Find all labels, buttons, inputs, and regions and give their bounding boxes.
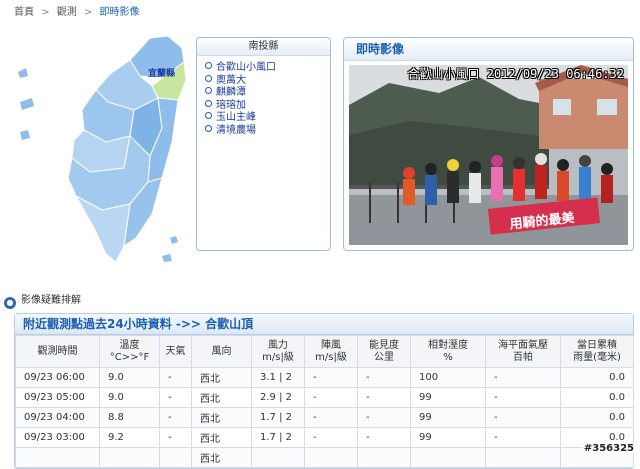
camera-caption: 合歡山小風口 2012/09/23 06:46:32 [407, 67, 625, 81]
breadcrumb-current: 即時影像 [99, 7, 140, 18]
bullet-icon [205, 112, 212, 119]
breadcrumb-observation[interactable]: 觀測 [57, 7, 77, 18]
bullet-icon [205, 62, 212, 69]
table-header-row: 觀測時間 溫度 °C>>°F 天氣 風向 風力 m/s|級 陣風 m/s|級 能見度公… [15, 335, 634, 368]
table-row: 09/23 04:00 8.8- 西北 1.7 | 2- -99 -0.0 [15, 407, 634, 428]
live-panel-title: 即時影像 [344, 38, 633, 61]
col-wind-force: 風力 m/s|級 [251, 335, 305, 368]
col-time: 觀測時間 [15, 335, 100, 368]
map-island-matsu[interactable] [18, 68, 28, 78]
county-panel-title: 南投縣 [197, 38, 330, 56]
map-selected-label: 宜蘭縣 [148, 67, 175, 79]
breadcrumb-separator: > [41, 7, 50, 18]
bullet-icon [205, 99, 212, 107]
table-row: 西北 [15, 447, 634, 468]
breadcrumb-home[interactable]: 首頁 [14, 7, 34, 18]
station-list: 合歡山小風口 奧萬大 麒麟潭 瑢瑢加 玉山主峰 清境農場 [205, 62, 330, 137]
observation-title: 附近觀測點過去24小時資料 ->> 合歡山頂 [15, 314, 633, 335]
station-link[interactable]: 瑢瑢加 [205, 99, 330, 113]
observation-section: 附近觀測點過去24小時資料 ->> 合歡山頂 觀測時間 溫度 °C>>°F 天氣 … [14, 313, 634, 469]
station-link[interactable]: 奧萬大 [205, 74, 330, 88]
col-wind-direction: 風向 [191, 335, 252, 368]
help-icon: ● [4, 297, 16, 309]
webcam-scene: 用騎的最美 [349, 65, 628, 245]
bullet-icon [205, 124, 212, 132]
station-link[interactable]: 麒麟潭 [205, 87, 330, 100]
col-visibility: 能見度 公里 [357, 335, 411, 368]
station-link[interactable]: 玉山主峰 [205, 112, 330, 125]
county-station-panel: 南投縣 合歡山小風口 奧萬大 麒麟潭 瑢瑢加 玉山主峰 清境農場 [196, 37, 331, 251]
col-rainfall: 當日累積 雨量(毫米) [560, 335, 634, 368]
col-gust: 陣風 m/s|級 [304, 335, 358, 368]
bullet-icon [205, 74, 212, 82]
station-link[interactable]: 合歡山小風口 [205, 62, 330, 75]
map-island-penghu[interactable] [20, 130, 30, 140]
table-row: 09/23 05:00 9.0- 西北 2.9 | 2- -99 -0.0 [15, 387, 634, 408]
troubleshooting-label: 影像疑難排解 [21, 295, 81, 306]
col-pressure: 海平面氣壓 百帕 [485, 335, 561, 368]
bullet-icon [205, 87, 212, 94]
map-island-kinmen[interactable] [20, 98, 34, 110]
col-temperature[interactable]: 溫度 °C>>°F [99, 335, 160, 368]
col-humidity: 相對溼度% [410, 335, 486, 368]
observation-table: 觀測時間 溫度 °C>>°F 天氣 風向 風力 m/s|級 陣風 m/s|級 能見度公… [15, 335, 634, 468]
live-image-panel: 即時影像 用騎的最美 合歡山小風口 2012/09/23 06:46:32 [343, 37, 634, 251]
breadcrumb-separator: > [83, 7, 93, 18]
watermark: #356325 [581, 443, 636, 454]
col-weather: 天氣 [159, 335, 192, 368]
breadcrumb: 首頁 > 觀測 > 即時影像 [14, 3, 144, 18]
station-link[interactable]: 清境農場 [205, 124, 330, 138]
map-island-orchid[interactable] [162, 254, 172, 262]
table-row: 09/23 03:00 9.2- 西北 1.7 | 2- -99 -0.0 [15, 427, 634, 448]
image-troubleshooting-link[interactable]: ● 影像疑難排解 [4, 291, 81, 309]
webcam-image[interactable]: 用騎的最美 合歡山小風口 2012/09/23 06:46:32 [349, 65, 628, 245]
map-island-green[interactable] [170, 236, 178, 244]
taiwan-county-map[interactable]: 宜蘭縣 [12, 32, 190, 264]
table-row: 09/23 06:00 9.0- 西北 3.1 | 2- -100 -0.0 [15, 367, 634, 388]
